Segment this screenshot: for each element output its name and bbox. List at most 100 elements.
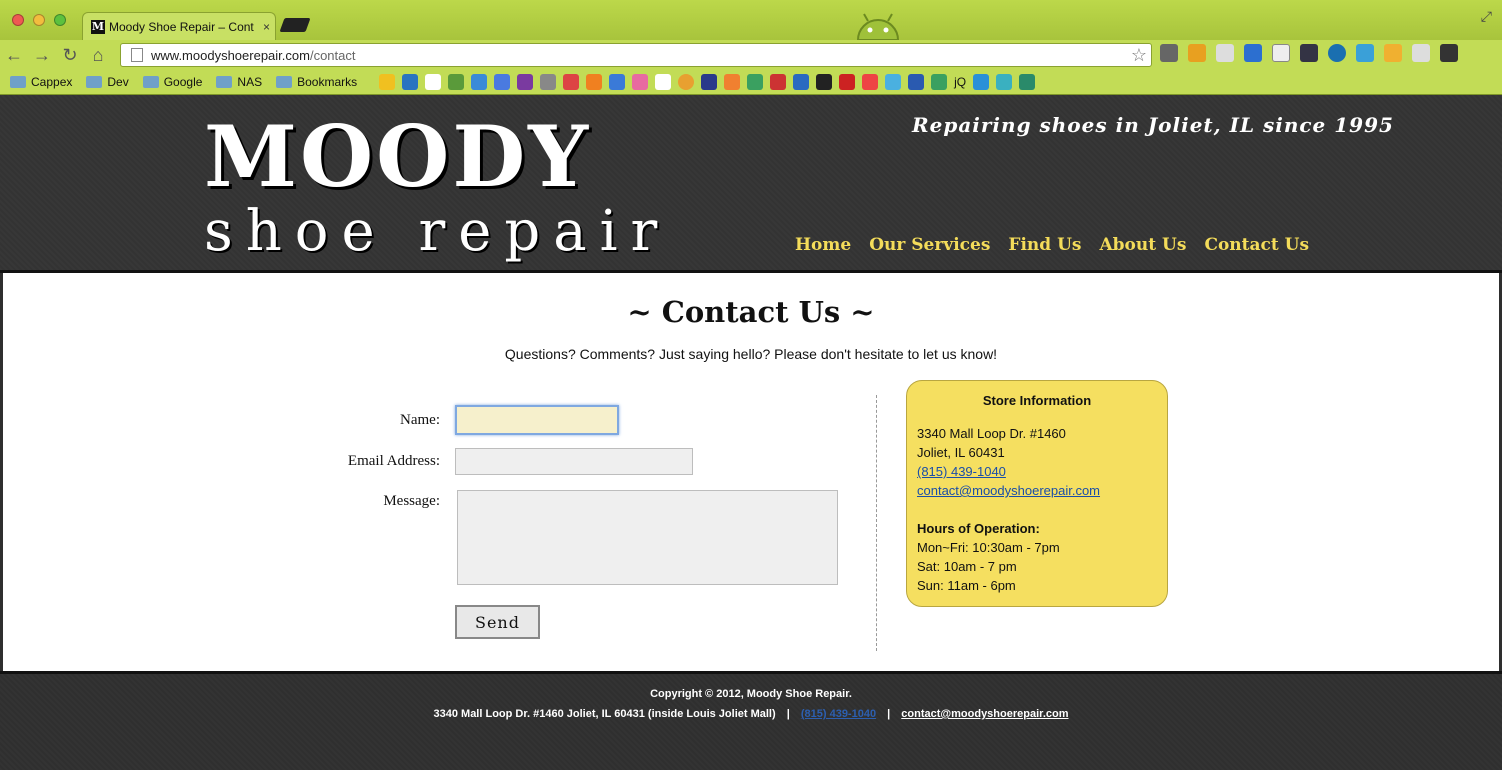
message-label: Message: bbox=[383, 493, 440, 509]
fullscreen-icon[interactable]: ⤢ bbox=[1481, 8, 1492, 25]
cloud-icon[interactable] bbox=[885, 74, 902, 90]
twitter-icon[interactable] bbox=[973, 74, 990, 90]
bookmark-icon[interactable] bbox=[839, 74, 856, 90]
bookmark-icon[interactable] bbox=[402, 74, 419, 90]
ycombinator-icon[interactable] bbox=[586, 74, 603, 90]
bolt-icon[interactable] bbox=[816, 74, 833, 90]
close-window-button[interactable] bbox=[12, 14, 24, 26]
bookmark-icon[interactable] bbox=[770, 74, 787, 90]
hours-title: Hours of Operation: bbox=[917, 521, 1040, 536]
bookmarks-bar: Cappex Dev Google NAS Bookmarks jQ bbox=[0, 70, 1502, 95]
menu-icon[interactable] bbox=[1440, 44, 1458, 62]
bookmark-icon[interactable] bbox=[563, 74, 580, 90]
extension-icon[interactable] bbox=[1300, 44, 1318, 62]
reload-icon[interactable]: ↻ bbox=[56, 45, 84, 66]
folder-icon bbox=[276, 76, 293, 88]
tagline: Repairing shoes in Joliet, IL since 1995 bbox=[912, 113, 1394, 137]
bookmark-folder[interactable]: NAS bbox=[216, 75, 262, 89]
new-tab-button[interactable] bbox=[279, 18, 311, 32]
extension-icon[interactable] bbox=[1384, 44, 1402, 62]
store-email-link[interactable]: contact@moodyshoerepair.com bbox=[917, 483, 1100, 498]
bookmark-icon[interactable] bbox=[632, 74, 649, 90]
zoom-window-button[interactable] bbox=[54, 14, 66, 26]
bookmark-folder[interactable]: Dev bbox=[86, 75, 129, 89]
name-input[interactable] bbox=[455, 405, 619, 435]
home-icon[interactable]: ⌂ bbox=[84, 45, 112, 66]
tab-title: Moody Shoe Repair – Cont bbox=[109, 19, 254, 34]
extension-icon[interactable] bbox=[1328, 44, 1346, 62]
column-divider bbox=[876, 395, 877, 651]
extension-icon[interactable] bbox=[1216, 44, 1234, 62]
site-favicon: M bbox=[91, 19, 105, 34]
browser-tab-active[interactable]: M Moody Shoe Repair – Cont × bbox=[82, 12, 276, 40]
bookmark-icon[interactable] bbox=[908, 74, 925, 90]
nav-contact-us[interactable]: Contact Us bbox=[1204, 235, 1309, 255]
minimize-window-button[interactable] bbox=[33, 14, 45, 26]
folder-icon bbox=[10, 76, 26, 88]
extension-icon[interactable] bbox=[1244, 44, 1262, 62]
pocket-icon[interactable] bbox=[1160, 44, 1178, 62]
notion-icon[interactable] bbox=[655, 74, 672, 90]
logo-subtitle[interactable]: shoe repair bbox=[204, 199, 670, 264]
footer-copyright: Copyright © 2012, Moody Shoe Repair. bbox=[650, 688, 852, 700]
logo-title[interactable]: MOODY bbox=[204, 107, 591, 206]
tab-close-icon[interactable]: × bbox=[263, 20, 270, 34]
nav-home[interactable]: Home bbox=[795, 235, 851, 255]
address-bar[interactable]: www.moodyshoerepair.com/contact ☆ bbox=[120, 43, 1152, 67]
pocket-icon[interactable] bbox=[862, 74, 879, 90]
bookmark-icon[interactable] bbox=[1019, 74, 1036, 90]
extension-icon[interactable] bbox=[1356, 44, 1374, 62]
bookmark-icon[interactable] bbox=[609, 74, 626, 90]
extension-icon[interactable] bbox=[1412, 44, 1430, 62]
hours-weekday: Mon~Fri: 10:30am - 7pm bbox=[917, 540, 1060, 555]
bookmark-folder[interactable]: Cappex bbox=[10, 75, 72, 89]
bookmark-icon[interactable] bbox=[448, 74, 465, 90]
page-title: ~ Contact Us ~ bbox=[627, 295, 875, 329]
bookmark-jquery[interactable]: jQ bbox=[954, 74, 966, 90]
bookmark-icon[interactable] bbox=[793, 74, 810, 90]
drive-icon[interactable] bbox=[747, 74, 764, 90]
extension-icon[interactable] bbox=[1272, 44, 1290, 62]
bookmark-folder[interactable]: Google bbox=[142, 75, 202, 89]
footer-address: 3340 Mall Loop Dr. #1460 Joliet, IL 6043… bbox=[433, 708, 776, 720]
nav-find-us[interactable]: Find Us bbox=[1008, 235, 1081, 255]
back-icon[interactable]: ← bbox=[0, 45, 28, 66]
bookmark-folder[interactable]: Bookmarks bbox=[276, 75, 357, 89]
extension-icon[interactable] bbox=[1188, 44, 1206, 62]
name-label: Name: bbox=[400, 412, 440, 428]
bookmark-star-icon[interactable]: ☆ bbox=[1131, 45, 1147, 66]
calendar-icon[interactable] bbox=[425, 74, 442, 90]
page-content: ~ Contact Us ~ Questions? Comments? Just… bbox=[3, 273, 1499, 671]
footer-separator: | bbox=[786, 708, 790, 720]
bookmark-icon[interactable] bbox=[678, 74, 695, 90]
folder-icon bbox=[216, 76, 233, 88]
hours-sunday: Sun: 11am - 6pm bbox=[917, 578, 1016, 593]
play-icon[interactable] bbox=[931, 74, 948, 90]
email-input[interactable] bbox=[455, 448, 693, 475]
send-button[interactable]: Send bbox=[455, 605, 540, 639]
google-icon[interactable] bbox=[494, 74, 511, 90]
footer-phone-link[interactable]: (815) 439-1040 bbox=[801, 708, 876, 720]
bookmark-icon[interactable] bbox=[701, 74, 718, 90]
calendar-icon[interactable] bbox=[471, 74, 488, 90]
bookmark-icon[interactable] bbox=[996, 74, 1013, 90]
nav-about-us[interactable]: About Us bbox=[1099, 235, 1186, 255]
store-phone-link[interactable]: (815) 439-1040 bbox=[917, 464, 1006, 479]
footer-email-link[interactable]: contact@moodyshoerepair.com bbox=[901, 708, 1068, 720]
footer-separator: | bbox=[887, 708, 891, 720]
apple-icon[interactable] bbox=[540, 74, 557, 90]
message-textarea[interactable] bbox=[457, 490, 838, 585]
page-icon bbox=[131, 48, 143, 62]
folder-icon bbox=[86, 76, 103, 88]
folder-icon bbox=[142, 76, 159, 88]
store-info-title: Store Information bbox=[982, 393, 1092, 408]
bookmark-icon[interactable] bbox=[379, 74, 396, 90]
forward-icon[interactable]: → bbox=[28, 45, 56, 66]
nav-our-services[interactable]: Our Services bbox=[869, 235, 990, 255]
store-address-line2: Joliet, IL 60431 bbox=[917, 445, 1005, 460]
bookmark-icon[interactable] bbox=[724, 74, 741, 90]
email-label: Email Address: bbox=[347, 453, 440, 469]
browser-titlebar: M Moody Shoe Repair – Cont × ⤢ bbox=[0, 0, 1502, 40]
main-nav: Home Our Services Find Us About Us Conta… bbox=[795, 235, 1309, 255]
bookmark-icon[interactable] bbox=[517, 74, 534, 90]
